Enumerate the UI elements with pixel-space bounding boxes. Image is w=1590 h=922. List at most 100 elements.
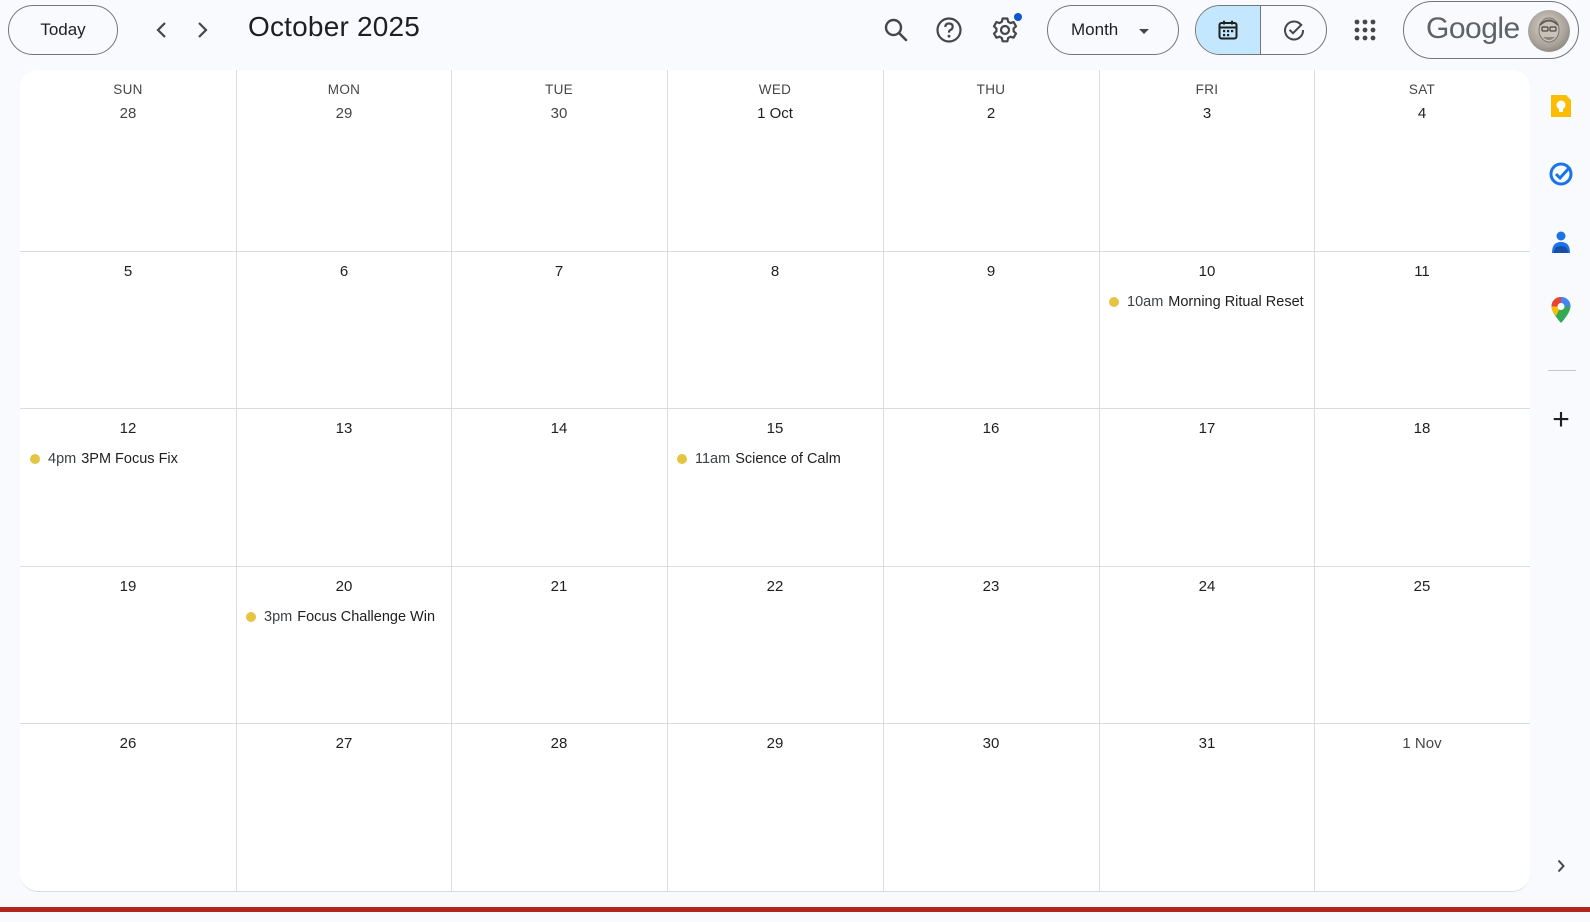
day-cell[interactable]: 16: [883, 408, 1099, 566]
calendar-view-toggle[interactable]: [1196, 6, 1261, 54]
day-number[interactable]: 4: [1314, 105, 1530, 122]
user-photo-icon: [1538, 17, 1560, 43]
account-button[interactable]: Google: [1403, 1, 1579, 59]
event-chip[interactable]: 4pm 3PM Focus Fix: [30, 448, 226, 470]
day-cell[interactable]: MON 29: [236, 70, 452, 251]
day-number[interactable]: 31: [1099, 735, 1315, 752]
day-number[interactable]: 9: [883, 263, 1099, 280]
day-cell[interactable]: 1 Nov: [1314, 723, 1530, 891]
contacts-button[interactable]: [1545, 226, 1577, 258]
day-number[interactable]: 17: [1099, 420, 1315, 437]
day-cell[interactable]: 6: [236, 251, 452, 408]
day-number[interactable]: 22: [667, 578, 883, 595]
day-number[interactable]: 13: [236, 420, 452, 437]
day-number[interactable]: 18: [1314, 420, 1530, 437]
day-cell[interactable]: TUE 30: [451, 70, 667, 251]
day-cell[interactable]: 15 11am Science of Calm: [667, 408, 883, 566]
day-cell[interactable]: 11: [1314, 251, 1530, 408]
day-number[interactable]: 3: [1099, 105, 1315, 122]
maps-button[interactable]: [1545, 294, 1577, 326]
day-number[interactable]: 10: [1099, 263, 1315, 280]
day-number[interactable]: 8: [667, 263, 883, 280]
day-number[interactable]: 11: [1314, 263, 1530, 280]
day-cell[interactable]: 24: [1099, 566, 1315, 723]
day-number[interactable]: 15: [667, 420, 883, 437]
day-number[interactable]: 30: [451, 105, 667, 122]
day-number[interactable]: 14: [451, 420, 667, 437]
day-number[interactable]: 16: [883, 420, 1099, 437]
day-number[interactable]: 26: [20, 735, 236, 752]
day-cell[interactable]: 12 4pm 3PM Focus Fix: [20, 408, 236, 566]
day-number[interactable]: 1 Nov: [1314, 735, 1530, 752]
day-cell[interactable]: 5: [20, 251, 236, 408]
day-number[interactable]: 2: [883, 105, 1099, 122]
day-number[interactable]: 12: [20, 420, 236, 437]
day-cell[interactable]: 20 3pm Focus Challenge Win: [236, 566, 452, 723]
event-chip[interactable]: 11am Science of Calm: [677, 448, 873, 470]
day-number[interactable]: 25: [1314, 578, 1530, 595]
weekday-label: SUN: [113, 82, 143, 97]
event-chip[interactable]: 10am Morning Ritual Reset: [1109, 291, 1305, 313]
weekday-label: TUE: [545, 82, 573, 97]
tasks-view-toggle[interactable]: [1261, 6, 1326, 54]
day-number[interactable]: 24: [1099, 578, 1315, 595]
day-number[interactable]: 7: [451, 263, 667, 280]
google-apps-button[interactable]: [1345, 10, 1385, 50]
day-cell[interactable]: 7: [451, 251, 667, 408]
day-cell[interactable]: WED 1 Oct: [667, 70, 883, 251]
day-cell[interactable]: SUN 28: [20, 70, 236, 251]
today-button[interactable]: Today: [8, 5, 118, 55]
day-cell[interactable]: 13: [236, 408, 452, 566]
day-cell[interactable]: 27: [236, 723, 452, 891]
day-number[interactable]: 6: [236, 263, 452, 280]
day-cell[interactable]: 29: [667, 723, 883, 891]
day-number[interactable]: 5: [20, 263, 236, 280]
day-number[interactable]: 20: [236, 578, 452, 595]
weekday-label: WED: [758, 82, 792, 97]
help-icon: [936, 17, 962, 43]
day-cell[interactable]: 10 10am Morning Ritual Reset: [1099, 251, 1315, 408]
help-button[interactable]: [929, 10, 969, 50]
day-cell[interactable]: SAT 4: [1314, 70, 1530, 251]
day-cell[interactable]: 25: [1314, 566, 1530, 723]
day-cell[interactable]: 17: [1099, 408, 1315, 566]
day-number[interactable]: 19: [20, 578, 236, 595]
day-cell[interactable]: 14: [451, 408, 667, 566]
next-month-button[interactable]: [184, 10, 220, 50]
search-button[interactable]: [876, 10, 916, 50]
day-number[interactable]: 1 Oct: [667, 105, 883, 122]
chevron-left-icon: [156, 22, 166, 38]
day-number[interactable]: 23: [883, 578, 1099, 595]
day-number[interactable]: 21: [451, 578, 667, 595]
get-addons-button[interactable]: +: [1545, 404, 1577, 436]
plus-icon: +: [1552, 403, 1570, 436]
day-cell[interactable]: 9: [883, 251, 1099, 408]
day-number[interactable]: 28: [451, 735, 667, 752]
day-cell[interactable]: 21: [451, 566, 667, 723]
day-cell[interactable]: 30: [883, 723, 1099, 891]
tasks-button[interactable]: [1545, 158, 1577, 190]
day-number[interactable]: 28: [20, 105, 236, 122]
day-cell[interactable]: 19: [20, 566, 236, 723]
day-number[interactable]: 29: [236, 105, 452, 122]
weekday-label: FRI: [1195, 82, 1219, 97]
top-bar: Today October 2025 Month Google: [0, 0, 1590, 64]
day-cell[interactable]: 18: [1314, 408, 1530, 566]
keep-button[interactable]: [1545, 90, 1577, 122]
day-number[interactable]: 30: [883, 735, 1099, 752]
previous-month-button[interactable]: [144, 10, 180, 50]
day-number[interactable]: 29: [667, 735, 883, 752]
day-cell[interactable]: 31: [1099, 723, 1315, 891]
day-cell[interactable]: 26: [20, 723, 236, 891]
day-cell[interactable]: 8: [667, 251, 883, 408]
day-cell[interactable]: 28: [451, 723, 667, 891]
day-cell[interactable]: 23: [883, 566, 1099, 723]
day-number[interactable]: 27: [236, 735, 452, 752]
hide-side-panel-button[interactable]: [1545, 850, 1577, 882]
event-chip[interactable]: 3pm Focus Challenge Win: [246, 606, 442, 628]
day-cell[interactable]: 22: [667, 566, 883, 723]
avatar[interactable]: [1528, 10, 1570, 52]
day-cell[interactable]: THU 2: [883, 70, 1099, 251]
view-selector[interactable]: Month: [1047, 5, 1179, 55]
day-cell[interactable]: FRI 3: [1099, 70, 1315, 251]
